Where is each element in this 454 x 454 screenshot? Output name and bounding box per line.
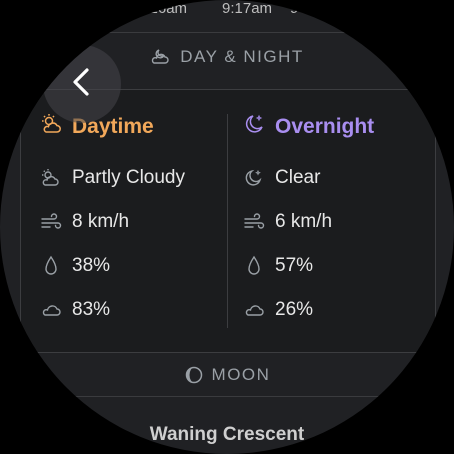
cloud-icon <box>40 299 62 321</box>
overnight-cloud: 26% <box>275 299 314 320</box>
divider <box>0 32 454 33</box>
overnight-precip-row: 57% <box>243 255 313 277</box>
section-title: DAY & NIGHT <box>180 47 304 66</box>
raindrop-icon <box>243 255 265 277</box>
overnight-heading: Overnight <box>243 113 374 141</box>
wind-icon <box>243 211 265 233</box>
column-divider <box>227 114 228 328</box>
daytime-precip-row: 38% <box>40 255 110 277</box>
moon-phase-label: Waning Crescent <box>149 424 305 445</box>
overnight-precip: 57% <box>275 255 314 276</box>
back-button[interactable] <box>43 45 121 123</box>
moon-stars-icon <box>243 113 267 141</box>
partly-cloudy-night-icon <box>150 47 172 67</box>
daytime-wind: 8 km/h <box>72 211 130 232</box>
moon-header: MOON <box>0 365 454 385</box>
overnight-wind: 6 km/h <box>275 211 333 232</box>
daytime-precip: 38% <box>72 255 111 276</box>
overnight-condition-row: Clear <box>243 167 320 189</box>
overnight-condition: Clear <box>275 167 321 188</box>
moon-phase-icon <box>184 365 204 385</box>
overnight-cloud-row: 26% <box>243 299 313 321</box>
overnight-wind-row: 6 km/h <box>243 211 332 233</box>
divider <box>0 396 454 397</box>
partly-cloudy-day-icon <box>40 113 64 141</box>
hour-time: 9 <box>290 0 299 17</box>
overnight-title: Overnight <box>275 115 375 138</box>
hourly-times-row: 9:16am 9:17am 9 <box>0 0 454 22</box>
daytime-cloud: 83% <box>72 299 111 320</box>
section-title: MOON <box>211 365 271 384</box>
daytime-condition-row: Partly Cloudy <box>40 167 185 189</box>
chevron-left-icon <box>69 67 95 102</box>
daytime-condition: Partly Cloudy <box>72 167 185 188</box>
clear-night-icon <box>243 167 265 189</box>
daytime-cloud-row: 83% <box>40 299 110 321</box>
partly-cloudy-icon <box>40 167 62 189</box>
hour-time: 9:16am <box>137 0 188 17</box>
cloud-icon <box>243 299 265 321</box>
hour-time: 9:17am <box>222 0 273 17</box>
raindrop-icon <box>40 255 62 277</box>
daytime-wind-row: 8 km/h <box>40 211 129 233</box>
wind-icon <box>40 211 62 233</box>
watch-screen: 9:16am 9:17am 9 DAY & NIGHT Daytime Part… <box>0 0 454 454</box>
